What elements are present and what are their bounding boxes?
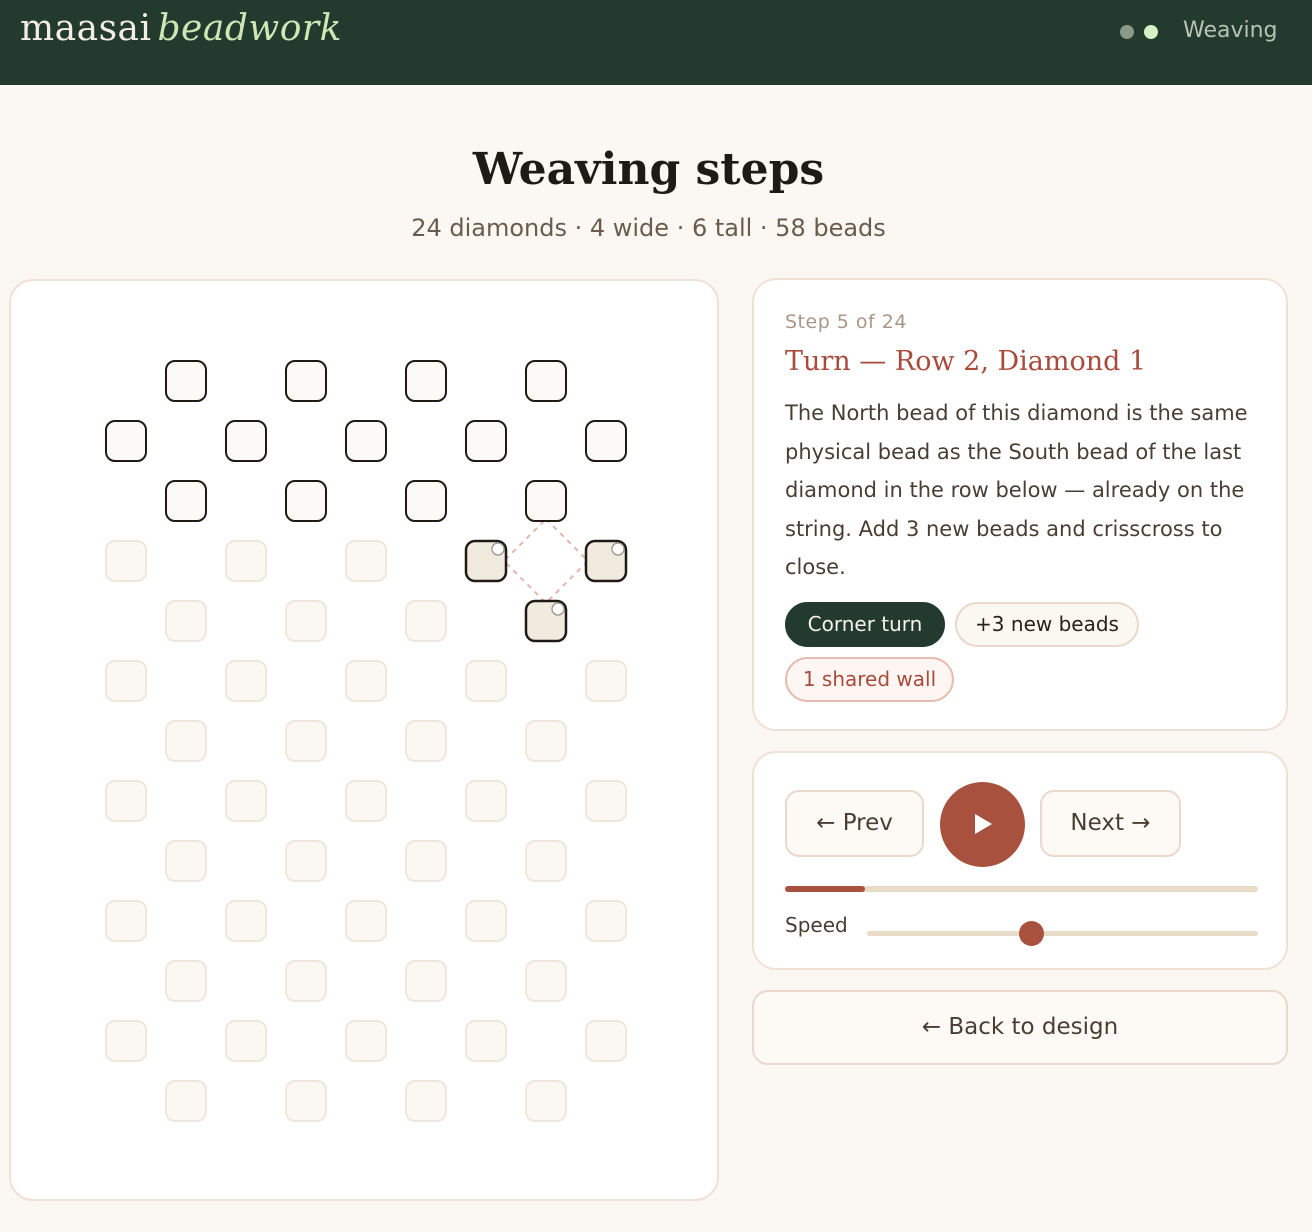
bead-placed <box>405 480 447 522</box>
bead-grid-panel <box>9 279 719 1201</box>
bead-slot-empty <box>585 900 627 942</box>
bead-slot-empty <box>345 540 387 582</box>
bead-slot-empty <box>405 960 447 1002</box>
new-beads-badge: +3 new beads <box>955 602 1139 647</box>
progress-bar[interactable] <box>785 886 1258 892</box>
bead-slot-empty <box>165 600 207 642</box>
prev-button[interactable]: ← Prev <box>785 790 924 857</box>
step-indicator-dot <box>1120 25 1134 39</box>
bead-slot-empty <box>285 720 327 762</box>
bead-slot-empty <box>165 840 207 882</box>
bead-slot-empty <box>105 540 147 582</box>
bead-slot-empty <box>525 840 567 882</box>
bead-slot-empty <box>405 1080 447 1122</box>
bead-placed <box>225 420 267 462</box>
page-title: Weaving steps <box>472 144 825 195</box>
bead-slot-empty <box>285 960 327 1002</box>
bead-placed <box>285 480 327 522</box>
bead-slot-empty <box>465 780 507 822</box>
playback-controls: ← Prev Next → Speed <box>752 751 1288 970</box>
bead-placed <box>525 480 567 522</box>
bead-slot-empty <box>525 960 567 1002</box>
step-title: Turn — Row 2, Diamond 1 <box>785 346 1147 377</box>
brand-logo[interactable]: maasai beadwork <box>20 8 342 49</box>
current-diamond-guide <box>502 517 590 605</box>
progress-fill <box>785 886 866 892</box>
bead-slot-empty <box>585 1020 627 1062</box>
bead-slot-empty <box>405 720 447 762</box>
bead-slot-empty <box>405 600 447 642</box>
bead-slot-empty <box>465 1020 507 1062</box>
bead-slot-empty <box>345 660 387 702</box>
next-button[interactable]: Next → <box>1040 790 1181 857</box>
bead-slot-empty <box>105 780 147 822</box>
bead-placed <box>405 360 447 402</box>
bead-slot-empty <box>465 900 507 942</box>
bead-slot-empty <box>525 1080 567 1122</box>
bead-slot-empty <box>105 660 147 702</box>
bead-slot-empty <box>465 660 507 702</box>
bead-slot-empty <box>285 600 327 642</box>
corner-turn-badge: Corner turn <box>785 602 945 647</box>
bead-placed <box>465 420 507 462</box>
brand-main: maasai <box>20 8 152 49</box>
step-description: The North bead of this diamond is the sa… <box>785 401 1248 579</box>
bead-slot-empty <box>225 900 267 942</box>
step-counter: Step 5 of 24 <box>785 311 907 333</box>
bead-slot-empty <box>165 960 207 1002</box>
play-button[interactable] <box>940 782 1025 867</box>
bead-slot-empty <box>345 1020 387 1062</box>
bead-slot-empty <box>585 780 627 822</box>
bead-placed <box>165 360 207 402</box>
bead-slot-empty <box>285 1080 327 1122</box>
bead-slot-empty <box>105 900 147 942</box>
bead-slot-empty <box>165 720 207 762</box>
speed-slider-handle[interactable] <box>1019 921 1045 946</box>
bead-slot-empty <box>225 540 267 582</box>
bead-slot-empty <box>525 720 567 762</box>
bead-slot-empty <box>225 660 267 702</box>
thread-marker <box>611 542 625 556</box>
bead-slot-empty <box>165 1080 207 1122</box>
bead-slot-empty <box>405 840 447 882</box>
bead-slot-empty <box>345 900 387 942</box>
bead-slot-empty <box>285 840 327 882</box>
thread-marker <box>551 602 565 616</box>
bead-slot-empty <box>345 780 387 822</box>
bead-slot-empty <box>585 660 627 702</box>
top-bar: maasai beadwork Weaving <box>0 0 1312 85</box>
bead-slot-empty <box>225 1020 267 1062</box>
bead-placed <box>345 420 387 462</box>
nav-current-section: Weaving <box>1183 18 1278 43</box>
back-to-design-button[interactable]: ← Back to design <box>752 990 1288 1065</box>
page-subtitle: 24 diamonds · 4 wide · 6 tall · 58 beads <box>411 214 886 242</box>
bead-slot-empty <box>225 780 267 822</box>
shared-wall-badge: 1 shared wall <box>785 657 954 702</box>
speed-slider[interactable] <box>867 921 1258 946</box>
bead-slot-empty <box>105 1020 147 1062</box>
bead-grid <box>105 360 628 1122</box>
bead-placed <box>105 420 147 462</box>
bead-placed <box>165 480 207 522</box>
thread-marker <box>491 542 505 556</box>
speed-label: Speed <box>785 913 848 937</box>
bead-placed <box>285 360 327 402</box>
step-indicator-dot-active <box>1144 25 1158 39</box>
step-card: Step 5 of 24 Turn — Row 2, Diamond 1 The… <box>752 278 1288 731</box>
bead-placed <box>525 360 567 402</box>
play-icon <box>975 814 992 834</box>
bead-placed <box>585 420 627 462</box>
brand-accent: beadwork <box>157 8 342 49</box>
